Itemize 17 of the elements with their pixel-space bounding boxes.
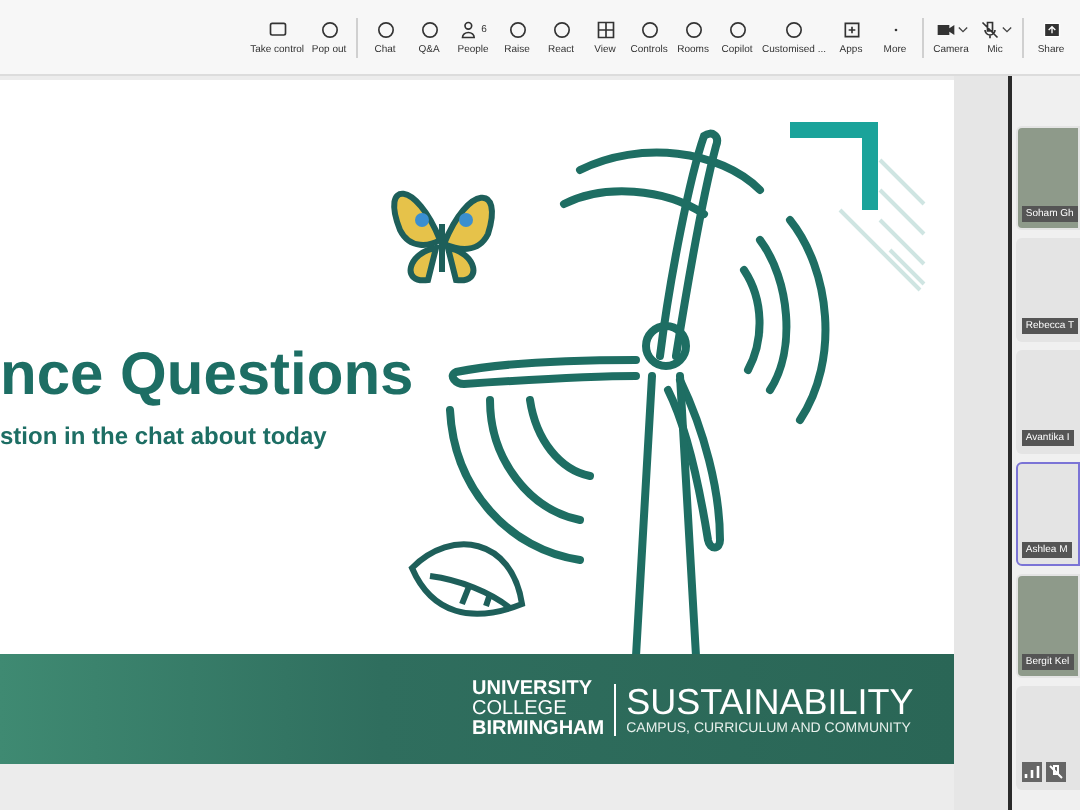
caret-icon[interactable] (1001, 25, 1011, 33)
sustainability-heading: SUSTAINABILITY (626, 683, 914, 721)
people-icon (459, 19, 480, 39)
mic-off-icon (1045, 762, 1066, 782)
college-logo-text: COLLEGE (472, 699, 569, 719)
participant-tile[interactable] (1015, 686, 1080, 790)
screen-cursor-icon (267, 19, 288, 39)
camera-off-icon (935, 19, 955, 39)
slide-title: nce Questions (0, 342, 416, 410)
signal-bars-icon (1021, 762, 1042, 782)
college-logo-text: UNIVERSITY (472, 679, 595, 699)
college-logo-text: BIRMINGHAM (472, 719, 605, 739)
caret-icon[interactable] (957, 25, 967, 33)
share-icon (1041, 19, 1061, 39)
grid-icon (595, 19, 616, 39)
mic-off-icon (979, 19, 999, 39)
slide-subtitle: stion in the chat about today (0, 422, 329, 450)
